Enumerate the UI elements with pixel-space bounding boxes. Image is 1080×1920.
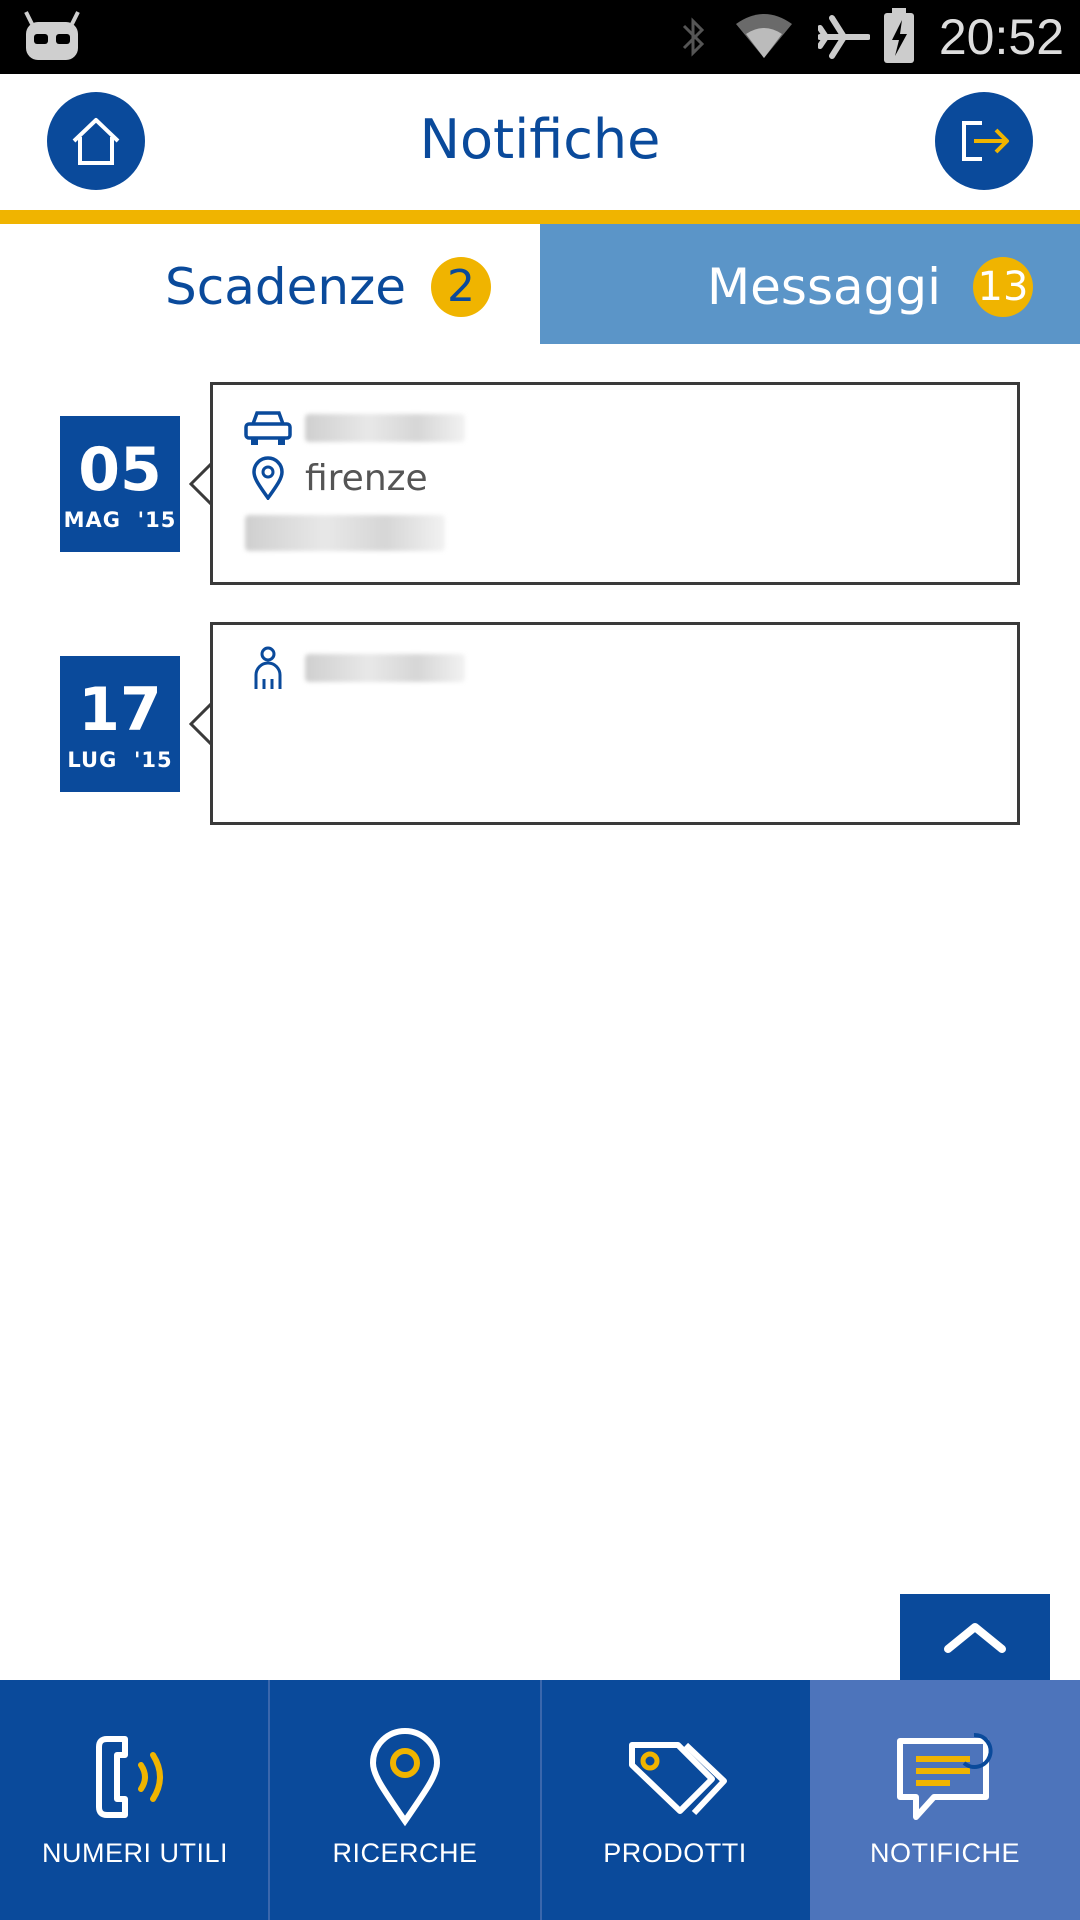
header-accent-line [0, 210, 1080, 224]
tab-label: Messaggi [707, 258, 942, 316]
chevron-up-icon [944, 1623, 1006, 1653]
location-pin-icon [369, 1728, 441, 1827]
description-row [245, 515, 445, 551]
cyanogen-robot-icon [24, 11, 80, 60]
bluetooth-icon [682, 17, 705, 57]
wifi-icon [736, 14, 792, 58]
date-day: 05 [78, 435, 162, 505]
count-badge: 2 [431, 257, 491, 317]
redacted-text [305, 654, 465, 682]
notification-card[interactable] [210, 622, 1020, 825]
notification-item[interactable]: 17 LUG '15 [0, 622, 1080, 827]
person-icon [243, 645, 293, 691]
clock-time: 20:52 [938, 9, 1064, 65]
tags-icon [629, 1742, 727, 1816]
airplane-icon [818, 15, 870, 59]
user-row [243, 645, 465, 691]
nav-prodotti[interactable]: PRODOTTI [540, 1680, 810, 1920]
nav-ricerche[interactable]: RICERCHE [270, 1680, 540, 1920]
app-header: Notifiche [0, 74, 1080, 210]
tab-scadenze[interactable]: Scadenze 2 [0, 224, 540, 344]
date-month-year: LUG '15 [67, 748, 173, 772]
nav-label: PRODOTTI [603, 1838, 747, 1868]
scroll-to-top-button[interactable] [900, 1594, 1050, 1680]
status-bar: 20:52 [0, 0, 1080, 74]
logout-button[interactable] [935, 92, 1033, 190]
nav-label: NOTIFICHE [870, 1838, 1020, 1868]
count-badge: 13 [973, 257, 1033, 317]
bottom-navigation: NUMERI UTILI RICERCHE PRODOTTI NOTIFICHE [0, 1680, 1080, 1920]
logout-icon [962, 121, 1009, 161]
phone-signal-icon [96, 1736, 163, 1818]
nav-label: NUMERI UTILI [41, 1838, 228, 1868]
tab-messaggi[interactable]: Messaggi 13 [540, 224, 1080, 344]
date-month-year: MAG '15 [63, 508, 177, 532]
notification-item[interactable]: 05 MAG '15 firenze [0, 382, 1080, 587]
nav-label: RICERCHE [332, 1838, 478, 1868]
notification-card[interactable]: firenze [210, 382, 1020, 585]
tab-label: Scadenze [165, 258, 407, 316]
tab-bar: Scadenze 2 Messaggi 13 [0, 224, 1080, 344]
location-text: firenze [305, 457, 428, 499]
redacted-text [305, 414, 465, 442]
location-row: firenze [243, 455, 428, 501]
location-pin-icon [243, 455, 293, 501]
page-title: Notifiche [419, 108, 661, 171]
vehicle-row [243, 405, 465, 451]
nav-numeri-utili[interactable]: NUMERI UTILI [0, 1680, 270, 1920]
battery-icon [884, 8, 914, 63]
date-badge: 05 MAG '15 [60, 416, 180, 552]
nav-notifiche[interactable]: NOTIFICHE [810, 1680, 1080, 1920]
date-day: 17 [78, 675, 162, 745]
date-badge: 17 LUG '15 [60, 656, 180, 792]
chat-bubble-icon [897, 1732, 993, 1820]
redacted-text [245, 515, 445, 551]
car-icon [243, 405, 293, 451]
